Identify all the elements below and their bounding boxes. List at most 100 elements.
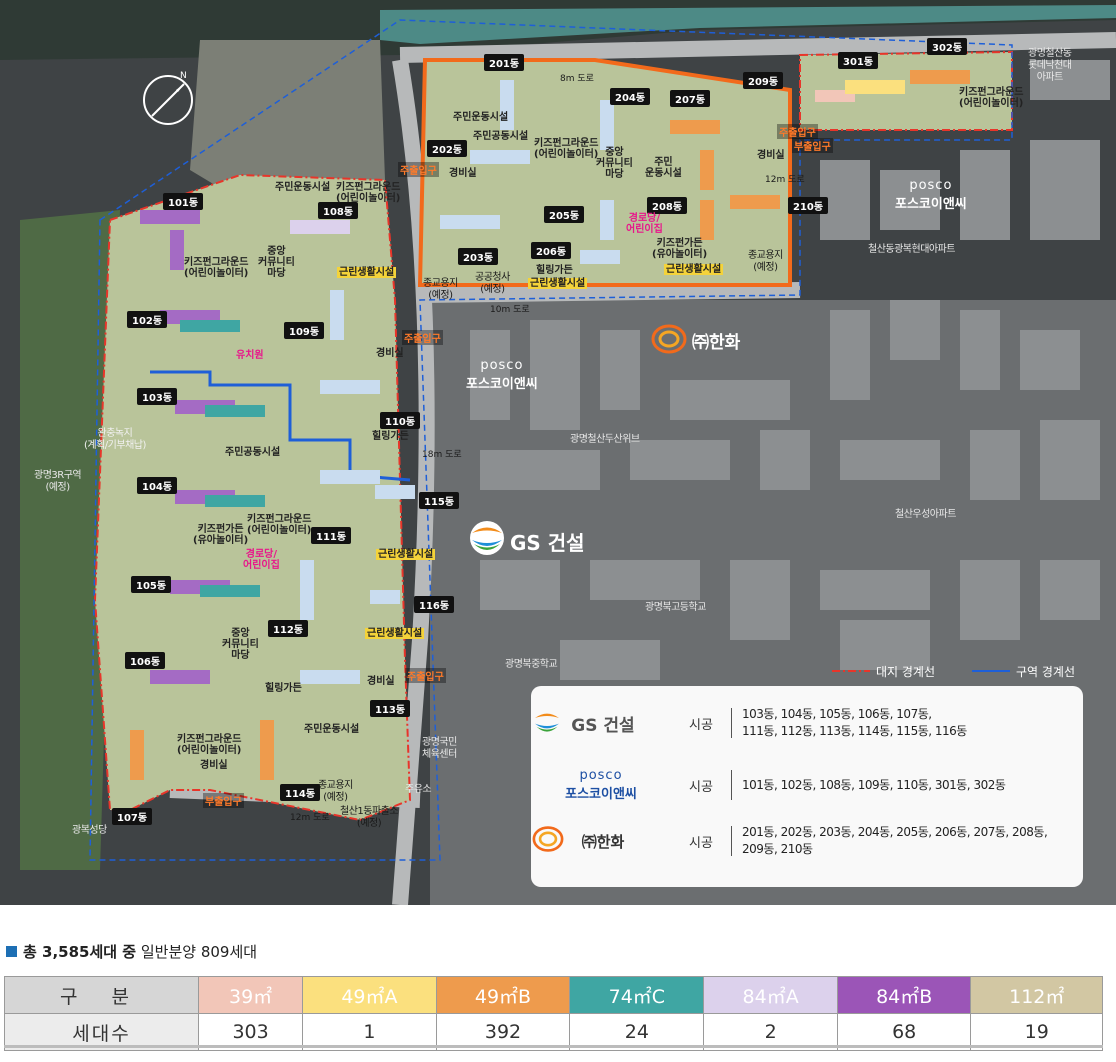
builder-buildings: 201동, 202동, 203동, 204동, 205동, 206동, 207동… bbox=[742, 825, 1048, 856]
compass-icon: N bbox=[143, 71, 193, 125]
building-tag: 116동 bbox=[414, 596, 455, 613]
facility-label: 키즈펀그라운드 (어린이놀이터) bbox=[534, 138, 599, 160]
building-tag: 111동 bbox=[311, 527, 352, 544]
gate-label: 주출입구 bbox=[398, 162, 439, 177]
facility-label: 키즈펀그라운드 (어린이놀이터) bbox=[959, 87, 1024, 109]
facility-label: 주민운동시설 bbox=[304, 724, 360, 735]
road-label: 10m 도로 bbox=[490, 305, 530, 315]
facility-label: 힐링가든 bbox=[536, 265, 573, 276]
facility-label: 주민운동시설 bbox=[453, 112, 509, 123]
place-label: 광명3R구역 (예정) bbox=[34, 470, 82, 493]
posco-name: 포스코이앤씨 bbox=[466, 377, 538, 392]
posco-brand: posco 포스코이앤씨 bbox=[895, 178, 967, 212]
posco-wordmark: posco bbox=[579, 768, 623, 783]
facility-label: 경비실 bbox=[367, 676, 395, 687]
building-tag: 210동 bbox=[788, 197, 829, 214]
facility-label: 키즈펀가든 (유아놀이터) bbox=[652, 238, 708, 260]
vacant-lot bbox=[190, 40, 385, 200]
builder-row-hanwha: ㈜한화 시공 201동, 202동, 203동, 204동, 205동, 206… bbox=[531, 824, 1083, 858]
facility-label: 주민운동시설 bbox=[275, 182, 331, 193]
summary-general: 일반분양 809세대 bbox=[140, 943, 258, 961]
row-label-type: 구 분 bbox=[4, 976, 199, 1014]
building-tag: 108동 bbox=[318, 202, 359, 219]
builder-buildings: 103동, 104동, 105동, 106동, 107동, 111동, 112동… bbox=[742, 707, 967, 738]
facility-label: 경비실 bbox=[200, 760, 228, 771]
place-label: 철산우성아파트 bbox=[895, 509, 956, 520]
builder-row-posco: posco 포스코이앤씨 시공 101동, 102동, 108동, 109동, … bbox=[531, 768, 1083, 802]
posco-brand: posco 포스코이앤씨 bbox=[466, 358, 538, 392]
building-tag: 101동 bbox=[163, 193, 204, 210]
builder-panel: GS 건설 시공 103동, 104동, 105동, 106동, 107동, 1… bbox=[531, 686, 1083, 887]
building-tag: 302동 bbox=[927, 38, 968, 55]
facility-label: 경비실 bbox=[376, 348, 404, 359]
posco-name: 포스코이앤씨 bbox=[565, 787, 637, 802]
facility-label: 중앙 커뮤니티 마당 bbox=[596, 147, 633, 180]
unit-type: 84㎡A bbox=[703, 976, 838, 1014]
building-tag: 114동 bbox=[280, 784, 321, 801]
building-tag: 113동 bbox=[370, 700, 411, 717]
facility-label: 키즈펀그라운드 (어린이놀이터) bbox=[184, 257, 249, 279]
place-label: 광명국민 체육센터 bbox=[422, 737, 457, 760]
facility-label: 경비실 bbox=[757, 150, 785, 161]
facility-label: 근린생활시설 bbox=[664, 264, 724, 275]
building-tag: 203동 bbox=[458, 248, 499, 265]
builder-row-gs: GS 건설 시공 103동, 104동, 105동, 106동, 107동, 1… bbox=[531, 706, 1083, 740]
facility-label: 주민공동시설 bbox=[225, 447, 281, 458]
building-tag: 207동 bbox=[670, 90, 711, 107]
unit-type: 49㎡A bbox=[302, 976, 437, 1014]
building-tag: 301동 bbox=[838, 52, 879, 69]
place-label: 종교용지 (예정) bbox=[318, 780, 353, 803]
facility-label: 근린생활시설 bbox=[376, 549, 436, 560]
legend-site-boundary: 대지 경계선 bbox=[876, 665, 936, 679]
building-tag: 107동 bbox=[112, 808, 153, 825]
builder-work: 시공 bbox=[689, 835, 713, 851]
facility-label: 키즈펀그라운드 (어린이놀이터) bbox=[247, 514, 312, 536]
road-label: 12m 도로 bbox=[290, 813, 330, 823]
building-tag: 105동 bbox=[131, 576, 172, 593]
building-tag: 102동 bbox=[127, 311, 168, 328]
hanwha-logo-icon bbox=[532, 826, 564, 852]
facility-label: 힐링가든 bbox=[265, 683, 302, 694]
building-tag: 110동 bbox=[380, 412, 421, 429]
place-label: 광복성당 bbox=[72, 825, 107, 836]
gate-label: 부출입구 bbox=[203, 793, 244, 808]
road-label: 18m 도로 bbox=[422, 450, 462, 460]
gs-logo-icon bbox=[535, 713, 559, 732]
builder-work: 시공 bbox=[689, 717, 713, 733]
building-tag: 103동 bbox=[137, 388, 178, 405]
separator bbox=[731, 826, 732, 856]
building-tag: 109동 bbox=[284, 322, 325, 339]
bullet-square-icon bbox=[6, 946, 17, 957]
gate-label: 부출입구 bbox=[792, 138, 833, 153]
separator bbox=[731, 770, 732, 800]
gs-logo-icon bbox=[468, 518, 506, 558]
facility-label: 주민공동시설 bbox=[473, 131, 529, 142]
hanwha-brand: ㈜한화 bbox=[692, 333, 741, 353]
builder-logo: ㈜한화 bbox=[531, 826, 671, 852]
svg-text:N: N bbox=[180, 71, 187, 81]
building-tag: 208동 bbox=[647, 197, 688, 214]
road-label: 8m 도로 bbox=[560, 74, 594, 84]
bottom-rule bbox=[4, 1045, 1103, 1048]
unit-type: 112㎡ bbox=[970, 976, 1103, 1014]
facility-label: 근린생활시설 bbox=[528, 278, 588, 289]
place-label: 종교용지 (예정) bbox=[423, 278, 458, 301]
hanwha-name: ㈜한화 bbox=[581, 832, 625, 851]
facility-label: 힐링가든 bbox=[372, 431, 409, 442]
unit-type: 74㎡C bbox=[569, 976, 705, 1014]
place-label: 주유소 bbox=[405, 784, 432, 795]
facility-label: 중앙 커뮤니티 마당 bbox=[222, 628, 259, 661]
unit-type: 84㎡B bbox=[836, 976, 972, 1014]
site-map: N 광명철산동 롯데낙천대 아파트 철산동광복현대아파트 광명철산두산위브 철산… bbox=[0, 0, 1116, 905]
building-tag: 201동 bbox=[484, 54, 525, 71]
household-summary: 총 3,585세대 중 일반분양 809세대 bbox=[6, 941, 257, 962]
building-tag: 209동 bbox=[743, 72, 784, 89]
facility-label: 근린생활시설 bbox=[337, 267, 397, 278]
building-tag: 202동 bbox=[427, 140, 468, 157]
hanwha-logo-icon bbox=[650, 322, 688, 356]
facility-label: 키즈펀그라운드 (어린이놀이터) bbox=[336, 182, 401, 204]
posco-wordmark: posco bbox=[909, 178, 953, 193]
facility-label: 키즈펀그라운드 (어린이놀이터) bbox=[177, 734, 242, 756]
road-label: 12m 도로 bbox=[765, 175, 805, 185]
builder-logo: GS 건설 bbox=[531, 711, 671, 736]
